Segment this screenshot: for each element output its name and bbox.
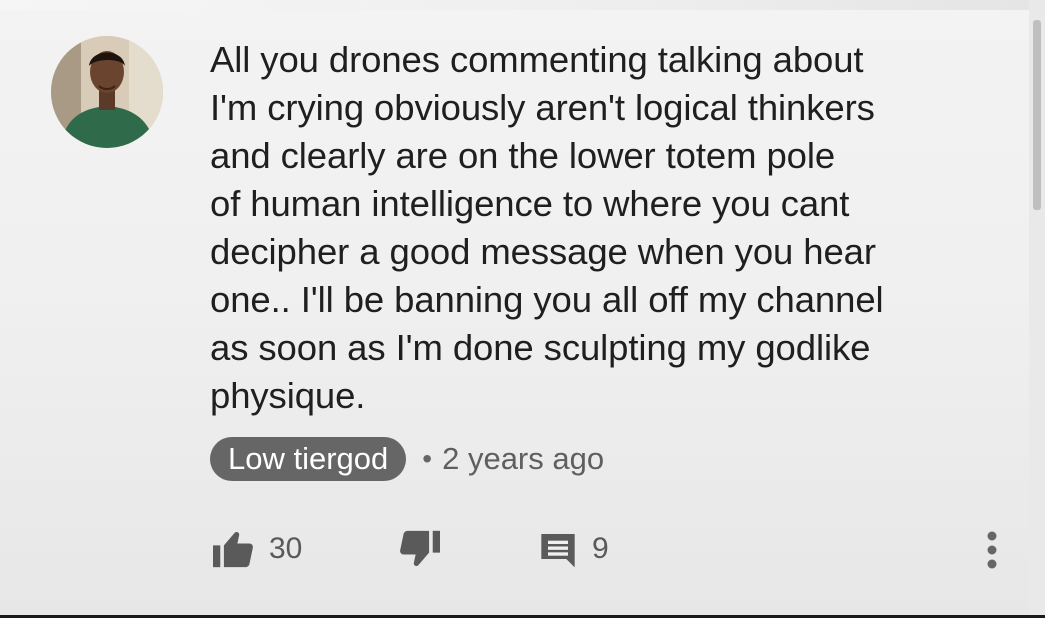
like-button[interactable]: 30 (211, 527, 302, 571)
comment-text-line: one.. I'll be banning you all off my cha… (210, 279, 884, 320)
more-vertical-icon (987, 531, 997, 569)
like-count: 30 (269, 532, 303, 565)
comment-text-line: physique. (210, 375, 366, 416)
comment-text-line: I'm crying obviously aren't logical thin… (210, 87, 875, 128)
more-options-button[interactable] (980, 528, 1004, 572)
reply-button[interactable]: 9 (538, 527, 609, 571)
author-badge[interactable]: Low tiergod (210, 437, 407, 481)
reply-count: 9 (592, 532, 609, 565)
comment-text-line: as soon as I'm done sculpting my godlike (210, 327, 871, 368)
comment-text-line: decipher a good message when you hear (210, 231, 876, 272)
meta-separator: • (422, 443, 433, 474)
comment-text-line: All you drones commenting talking about (210, 39, 864, 80)
comment-icon (541, 534, 575, 568)
user-avatar[interactable] (51, 36, 163, 148)
comment-text: All you drones commenting talking about … (210, 36, 1010, 420)
comment-meta: Low tiergod • 2 years ago (210, 437, 604, 481)
comment-text-line: of human intelligence to where you cant (210, 183, 850, 224)
thumb-up-icon (213, 532, 253, 568)
dislike-button[interactable] (398, 527, 442, 571)
comment-timestamp[interactable]: 2 years ago (442, 441, 604, 477)
avatar-image (51, 36, 163, 148)
comment-text-line: and clearly are on the lower totem pole (210, 135, 836, 176)
thumb-down-icon (400, 530, 440, 566)
comment-card: All you drones commenting talking about … (0, 0, 1045, 618)
